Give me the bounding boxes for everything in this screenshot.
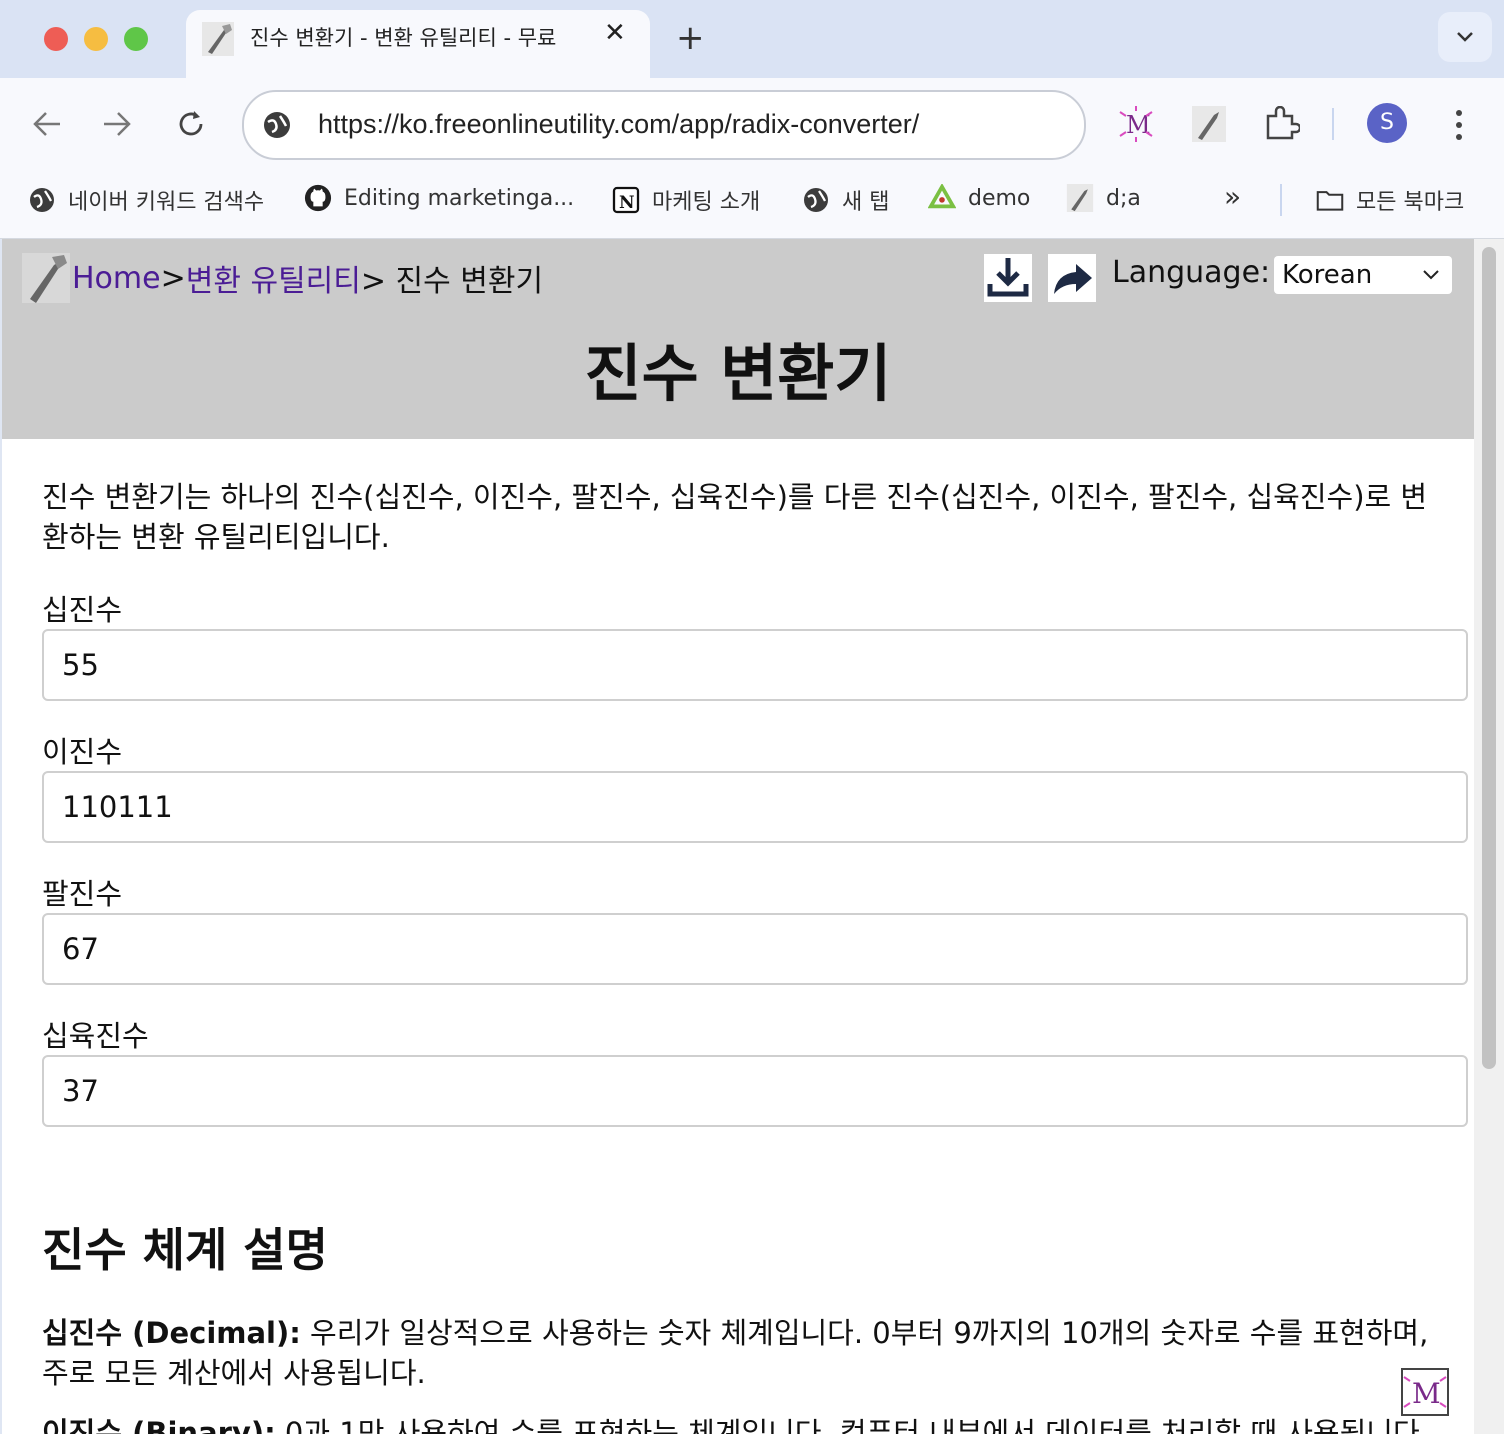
bookmark-new-tab[interactable]: 새 탭 — [802, 184, 889, 216]
bookmark-label: Editing marketinga... — [344, 185, 575, 211]
language-selected-value: Korean — [1282, 260, 1373, 290]
bookmarks-divider — [1280, 184, 1282, 216]
chevron-down-icon — [1457, 32, 1473, 42]
github-icon — [304, 184, 332, 212]
web-page: Home > 변환 유틸리티 > 진수 변환기 Language: Korean… — [2, 239, 1474, 1434]
octal-input[interactable]: 67 — [42, 913, 1468, 985]
svg-text:N: N — [619, 193, 635, 213]
bookmark-demo[interactable]: demo — [928, 184, 1030, 212]
floating-m-extension-icon[interactable]: M — [1400, 1367, 1450, 1417]
site-logo-icon[interactable] — [22, 253, 70, 303]
decimal-label: 십진수 — [42, 593, 123, 627]
new-tab-button[interactable]: + — [676, 18, 705, 58]
wrench-icon — [202, 22, 234, 56]
decimal-input[interactable]: 55 — [42, 629, 1468, 701]
recycle-logo-icon — [928, 184, 956, 209]
url-text[interactable]: https://ko.freeonlineutility.com/app/rad… — [318, 109, 919, 140]
share-button[interactable] — [1048, 254, 1096, 302]
wrench-icon — [1066, 184, 1094, 212]
notion-icon: N — [612, 186, 640, 214]
toolbar-divider — [1332, 108, 1334, 140]
download-icon — [987, 258, 1029, 297]
binary-term: 이진수 (Binary): — [42, 1416, 276, 1434]
site-info-icon[interactable] — [262, 110, 292, 140]
hex-label: 십육진수 — [42, 1019, 149, 1053]
page-header: Home > 변환 유틸리티 > 진수 변환기 Language: Korean… — [2, 239, 1474, 439]
language-label: Language: — [1112, 255, 1271, 290]
close-window-button[interactable] — [44, 27, 68, 51]
bookmark-label: demo — [968, 185, 1031, 211]
octal-label: 팔진수 — [42, 877, 123, 911]
extension-m-icon[interactable]: M — [1118, 106, 1154, 142]
page-description: 진수 변환기는 하나의 진수(십진수, 이진수, 팔진수, 십육진수)를 다른 … — [42, 480, 1428, 554]
share-arrow-icon — [1054, 264, 1092, 294]
bookmark-naver[interactable]: 네이버 키워드 검색수 — [28, 184, 264, 216]
page-title: 진수 변환기 — [584, 337, 892, 410]
address-bar[interactable]: https://ko.freeonlineutility.com/app/rad… — [242, 90, 1086, 160]
bookmark-dja[interactable]: d;a — [1066, 184, 1141, 212]
extensions-puzzle-icon[interactable] — [1264, 106, 1300, 140]
bookmark-label: 네이버 키워드 검색수 — [68, 190, 265, 215]
reload-icon[interactable] — [176, 109, 206, 139]
page-scrollbar[interactable] — [1474, 239, 1504, 1434]
globe-icon — [804, 188, 828, 212]
decimal-explanation: 십진수 (Decimal): 우리가 일상적으로 사용하는 숫자 체계입니다. … — [42, 1313, 1442, 1393]
bookmark-notion[interactable]: N 마케팅 소개 — [612, 184, 760, 216]
back-arrow-icon[interactable] — [32, 110, 62, 138]
browser-toolbar: https://ko.freeonlineutility.com/app/rad… — [0, 78, 1504, 170]
folder-icon — [1316, 191, 1344, 211]
bookmark-label: d;a — [1106, 185, 1141, 211]
breadcrumb-current: > 진수 변환기 — [360, 264, 544, 299]
active-tab[interactable]: 진수 변환기 - 변환 유틸리티 - 무료 ✕ — [186, 10, 650, 78]
breadcrumb-section-link[interactable]: 변환 유틸리티 — [186, 256, 361, 300]
tab-title: 진수 변환기 - 변환 유틸리티 - 무료 — [250, 26, 557, 50]
binary-explanation: 이진수 (Binary): 0과 1만 사용하여 수를 표현하는 체계입니다. … — [42, 1413, 1442, 1434]
wrench-extension-icon[interactable] — [1192, 106, 1226, 142]
chevron-double-right-icon: » — [1224, 180, 1242, 213]
bookmark-label: 새 탭 — [842, 190, 890, 215]
forward-arrow-icon[interactable] — [102, 110, 132, 138]
globe-icon — [30, 188, 54, 212]
binary-text: 0과 1만 사용하여 수를 표현하는 체계입니다. 컴퓨터 내부에서 데이터를 … — [275, 1416, 1429, 1434]
tab-search-button[interactable] — [1438, 12, 1492, 62]
all-bookmarks-button[interactable]: 모든 북마크 — [1316, 184, 1464, 216]
breadcrumb-home-link[interactable]: Home — [72, 261, 161, 296]
binary-input[interactable]: 110111 — [42, 771, 1468, 843]
decimal-term: 십진수 (Decimal): — [42, 1316, 301, 1350]
tab-strip: 진수 변환기 - 변환 유틸리티 - 무료 ✕ + — [0, 0, 1504, 78]
download-button[interactable] — [984, 254, 1032, 302]
bookmark-github[interactable]: Editing marketinga... — [304, 184, 574, 212]
bookmarks-bar: 네이버 키워드 검색수 Editing marketinga... N 마케팅 … — [0, 170, 1504, 239]
bookmarks-overflow-button[interactable]: » — [1224, 180, 1241, 213]
profile-avatar[interactable]: S — [1367, 103, 1407, 143]
chevron-down-icon — [1423, 270, 1439, 280]
breadcrumb-separator: > — [160, 260, 186, 296]
bookmark-label: 마케팅 소개 — [652, 190, 761, 215]
menu-kebab-icon[interactable] — [1452, 108, 1466, 142]
bookmark-label: 모든 북마크 — [1356, 190, 1465, 215]
minimize-window-button[interactable] — [84, 27, 108, 51]
section-title: 진수 체계 설명 — [42, 1223, 328, 1277]
breadcrumb: Home > 변환 유틸리티 > 진수 변환기 — [22, 253, 543, 303]
scrollbar-thumb[interactable] — [1482, 247, 1496, 1069]
maximize-window-button[interactable] — [124, 27, 148, 51]
language-select[interactable]: Korean — [1274, 256, 1452, 294]
hex-input[interactable]: 37 — [42, 1055, 1468, 1127]
svg-text:M: M — [1412, 1377, 1441, 1410]
close-tab-icon[interactable]: ✕ — [604, 18, 626, 48]
profile-initial: S — [1380, 110, 1394, 135]
binary-label: 이진수 — [42, 735, 123, 769]
